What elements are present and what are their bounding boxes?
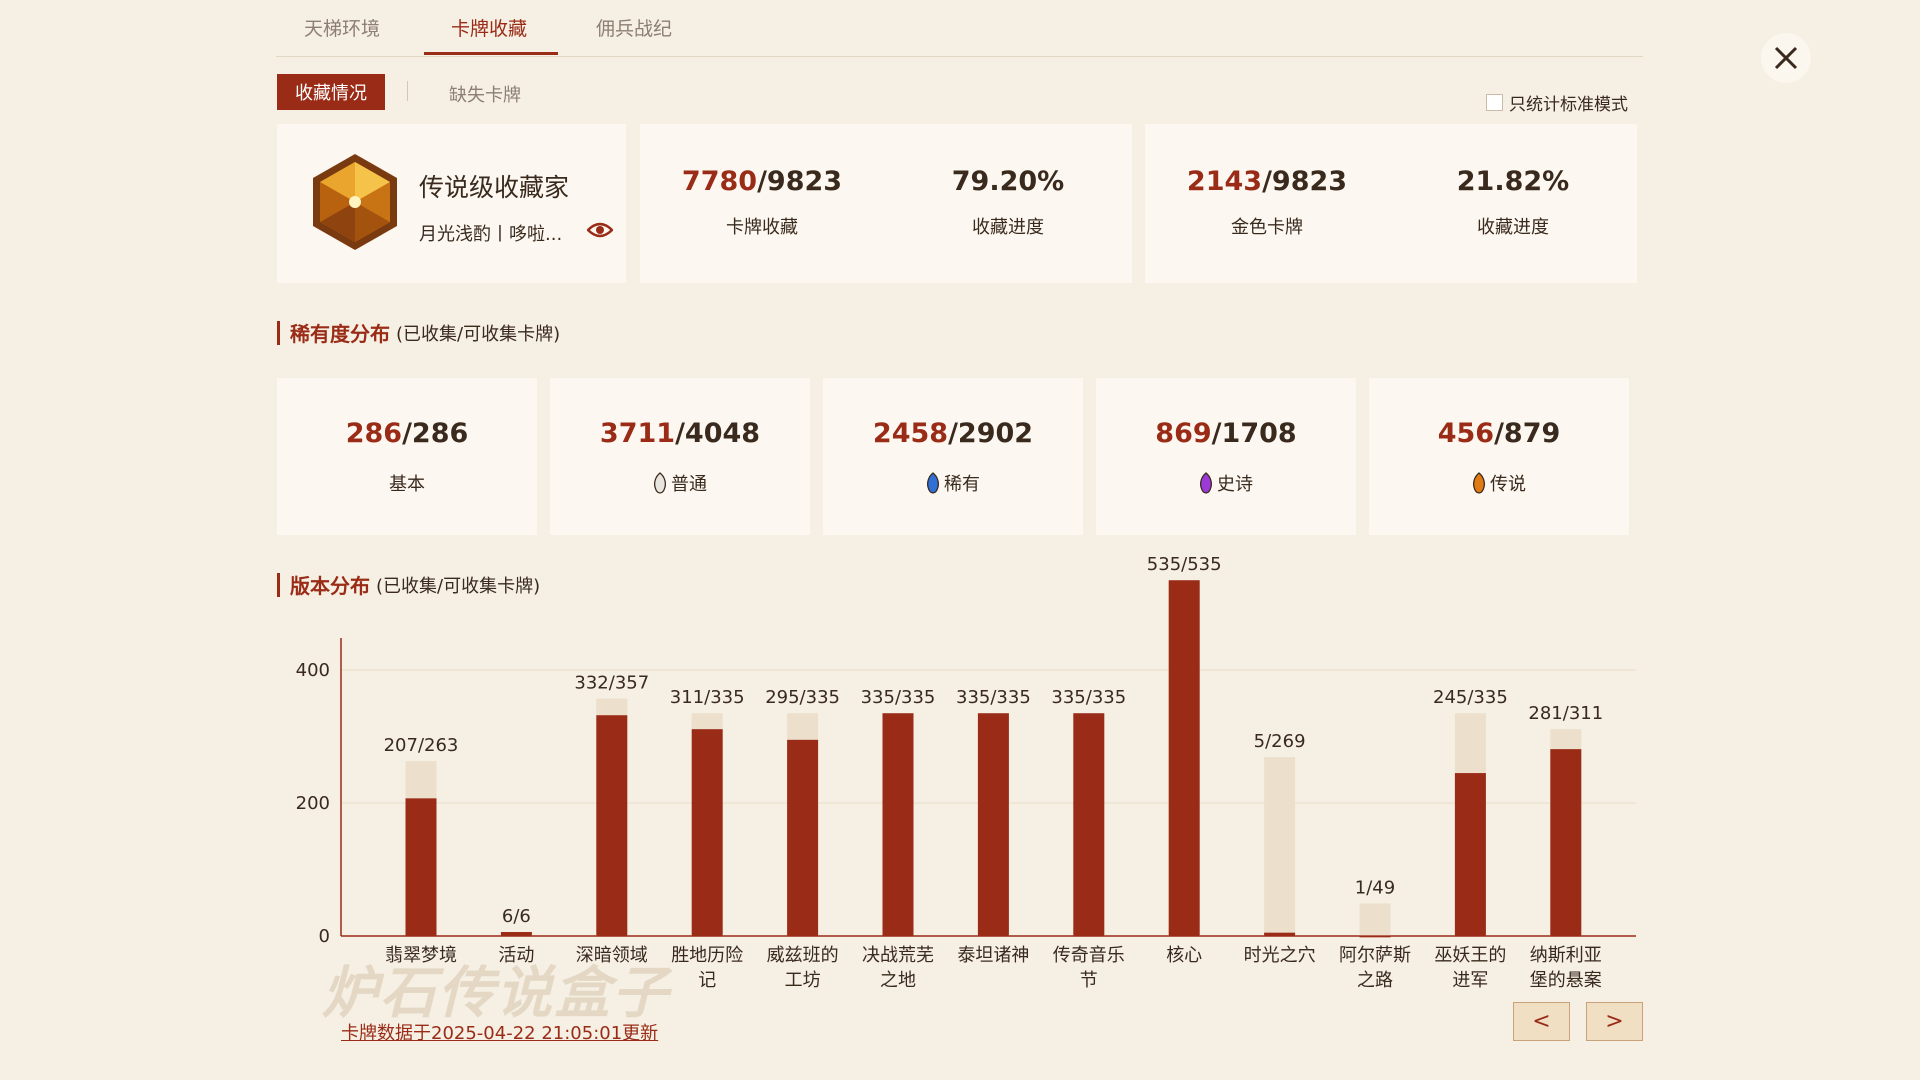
bar-collected bbox=[1359, 935, 1391, 938]
data-label: 281/311 bbox=[1528, 703, 1603, 724]
x-tick-label: 传奇音乐 bbox=[1053, 945, 1125, 966]
x-tick-label: 工坊 bbox=[785, 970, 821, 991]
data-label: 295/335 bbox=[765, 687, 840, 708]
bar-collected bbox=[1073, 713, 1105, 936]
x-tick-label: 威兹班的 bbox=[767, 945, 839, 966]
bar-collected bbox=[405, 798, 437, 936]
data-label: 5/269 bbox=[1254, 731, 1306, 752]
data-label: 245/335 bbox=[1433, 687, 1508, 708]
data-label: 535/535 bbox=[1147, 554, 1222, 575]
data-label: 1/49 bbox=[1355, 877, 1395, 898]
x-tick-label: 进军 bbox=[1452, 970, 1488, 991]
bar-total bbox=[1359, 903, 1391, 936]
bar-collected bbox=[977, 713, 1009, 936]
bar-collected bbox=[500, 932, 532, 936]
x-tick-label: 纳斯利亚 bbox=[1530, 945, 1602, 966]
version-distribution-chart: 0200400207/263翡翠梦境6/6活动332/357深暗领域311/33… bbox=[296, 554, 1636, 991]
data-label: 335/335 bbox=[1051, 687, 1126, 708]
x-tick-label: 之地 bbox=[880, 970, 916, 991]
data-label: 335/335 bbox=[956, 687, 1031, 708]
bar-total bbox=[1264, 757, 1296, 936]
update-note-link[interactable]: 卡牌数据于2025-04-22 21:05:01更新 bbox=[341, 1019, 658, 1045]
x-tick-label: 节 bbox=[1080, 970, 1098, 991]
bar-collected bbox=[1168, 580, 1200, 936]
data-label: 6/6 bbox=[502, 906, 531, 927]
data-label: 332/357 bbox=[574, 673, 649, 694]
bar-collected bbox=[1550, 749, 1582, 936]
bar-collected bbox=[596, 715, 628, 936]
bar-collected bbox=[787, 739, 819, 936]
bar-collected bbox=[882, 713, 914, 936]
bar-collected bbox=[1264, 932, 1296, 936]
bar-collected bbox=[691, 729, 723, 936]
x-tick-label: 之路 bbox=[1357, 970, 1393, 991]
x-tick-label: 决战荒芜 bbox=[862, 945, 934, 966]
x-tick-label: 阿尔萨斯 bbox=[1339, 945, 1411, 966]
bar-collected bbox=[1454, 773, 1486, 936]
x-tick-label: 胜地历险 bbox=[671, 945, 743, 966]
next-page-button[interactable]: > bbox=[1586, 1002, 1643, 1041]
watermark: 炉石传说盒子 bbox=[322, 961, 670, 1026]
x-tick-label: 记 bbox=[698, 970, 716, 991]
x-tick-label: 核心 bbox=[1166, 945, 1202, 966]
y-tick-label: 400 bbox=[296, 660, 330, 681]
y-tick-label: 0 bbox=[319, 926, 330, 947]
data-label: 207/263 bbox=[384, 735, 459, 756]
x-tick-label: 堡的悬案 bbox=[1530, 970, 1602, 991]
x-tick-label: 巫妖王的 bbox=[1434, 945, 1506, 966]
x-tick-label: 泰坦诸神 bbox=[957, 945, 1029, 966]
data-label: 311/335 bbox=[670, 687, 745, 708]
y-tick-label: 200 bbox=[296, 793, 330, 814]
data-label: 335/335 bbox=[861, 687, 936, 708]
prev-page-button[interactable]: < bbox=[1513, 1002, 1570, 1041]
x-tick-label: 时光之穴 bbox=[1244, 945, 1316, 966]
